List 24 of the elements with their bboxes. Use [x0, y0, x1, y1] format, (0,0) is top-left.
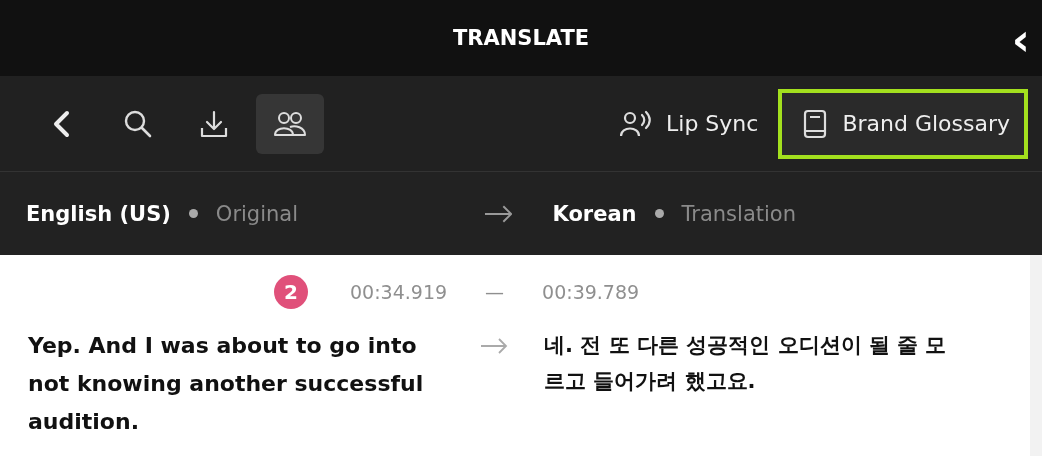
time-dash: — [485, 281, 505, 303]
target-role: Translation [681, 201, 796, 226]
source-language: English (US) [26, 201, 171, 226]
page-title: TRANSLATE [452, 26, 590, 50]
arrow-icon [483, 204, 513, 223]
search-icon [123, 108, 153, 139]
source-text: Yep. And I was about to go into not knowing another successful audition. [28, 332, 425, 436]
end-time: 00:39.789 [542, 281, 640, 303]
target-language: Korean [552, 201, 637, 226]
brand-glossary-button[interactable]: Brand Glossary [778, 88, 1028, 159]
book-icon [802, 108, 829, 139]
start-time: 00:34.919 [350, 281, 448, 303]
source-role: Original [215, 201, 299, 226]
translated-text: 네. 전 또 다른 성공적인 오디션이 될 줄 모르고 들어가려 했고요. [544, 332, 948, 395]
speaking-person-icon [620, 109, 652, 138]
collapse-button[interactable]: ‹ [1005, 18, 1036, 62]
download-icon [199, 108, 229, 139]
lip-sync-button[interactable]: Lip Sync [614, 108, 765, 139]
speakers-button[interactable] [256, 93, 324, 154]
segment-number: 2 [274, 275, 308, 309]
separator-dot [654, 209, 664, 218]
arrow-icon [480, 338, 508, 354]
separator-dot [188, 209, 198, 218]
people-icon [273, 109, 307, 138]
